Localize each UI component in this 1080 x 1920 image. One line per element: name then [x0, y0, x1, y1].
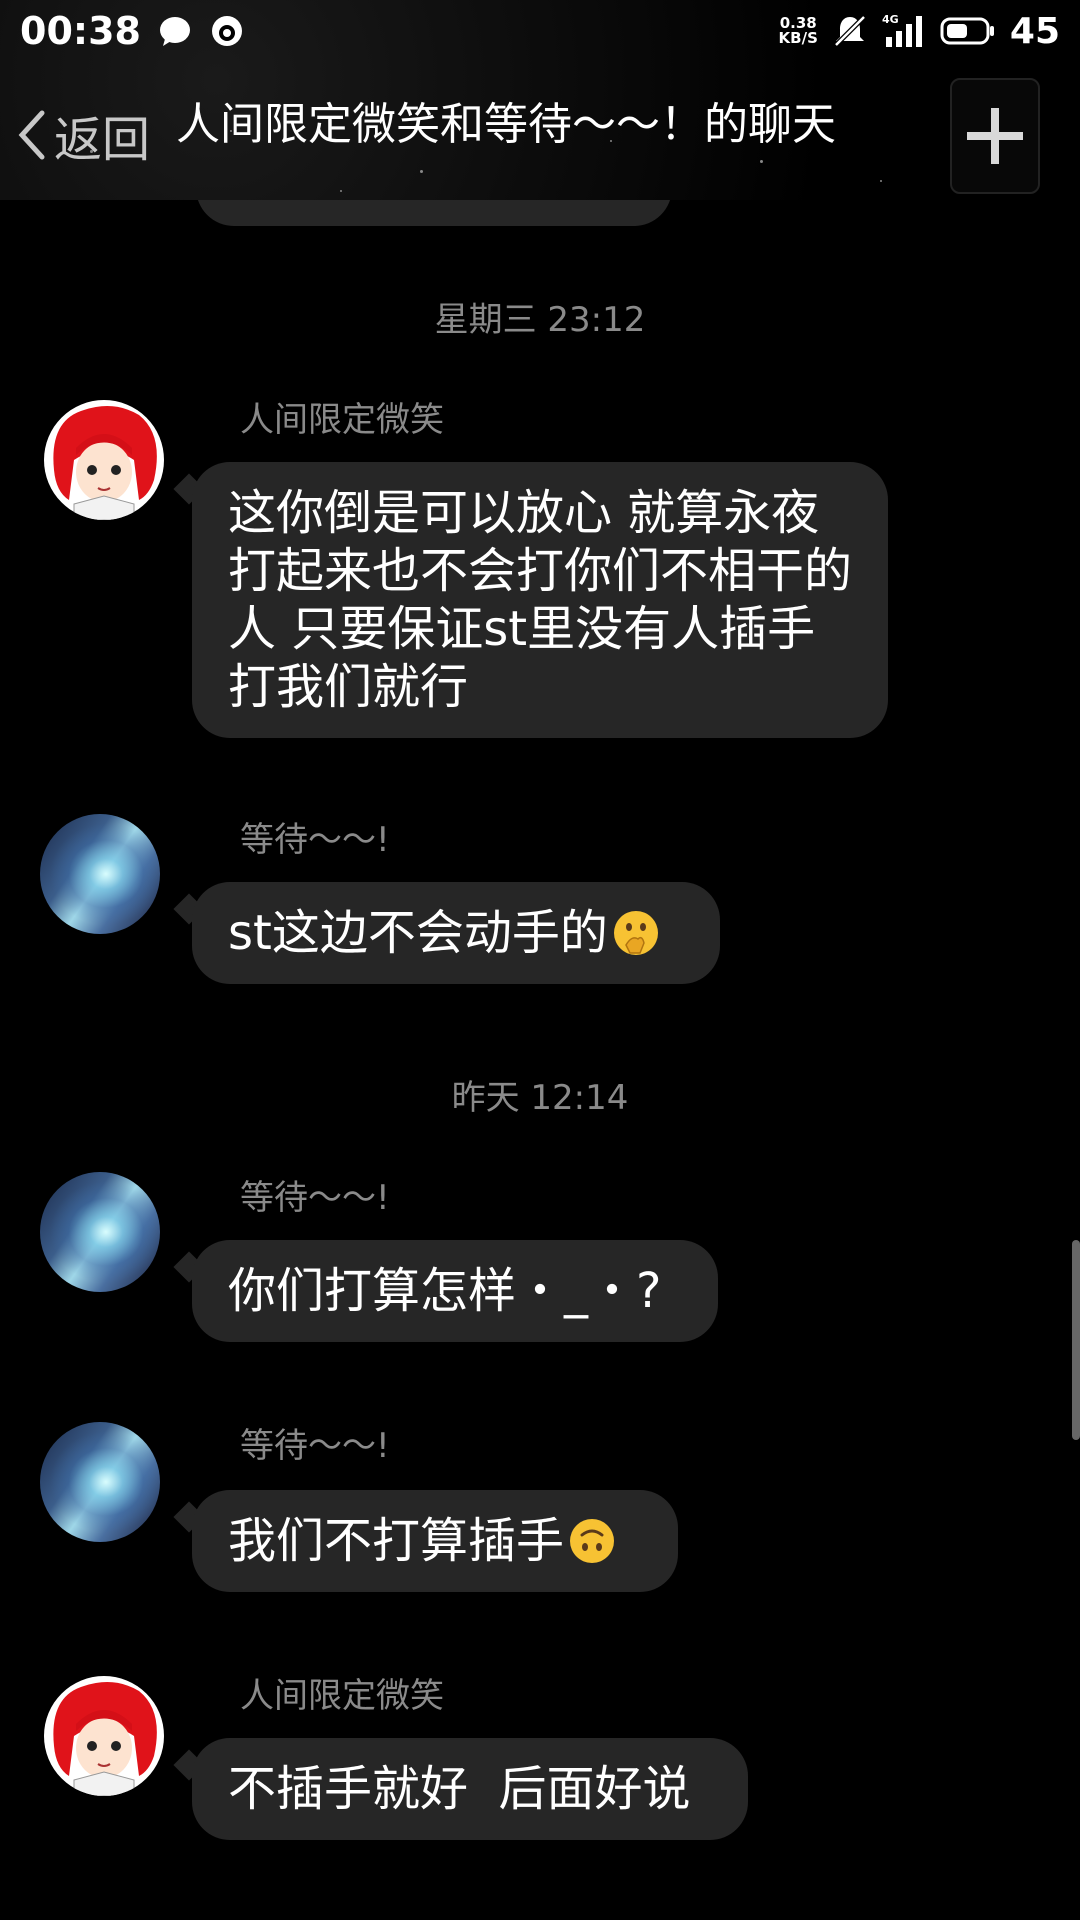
sender-name: 人间限定微笑	[240, 400, 444, 440]
page-title: 人间限定微笑和等待～～！的聊天	[176, 99, 836, 150]
network-type-label: 4G	[882, 13, 899, 26]
star	[420, 170, 423, 173]
sender-name: 人间限定微笑	[240, 1676, 444, 1716]
network-speed: 0.38 KB/S	[779, 16, 818, 46]
message-text: 你们打算怎样・_・?	[228, 1263, 662, 1319]
message-bubble[interactable]: st这边不会动手的	[192, 882, 720, 984]
sender-name: 等待～～!	[240, 1426, 390, 1466]
star	[340, 190, 342, 192]
chevron-left-icon	[18, 110, 45, 160]
avatar[interactable]	[40, 814, 160, 934]
back-label: 返回	[54, 112, 151, 168]
signal-icon: 4G	[882, 13, 922, 47]
avatar[interactable]	[44, 1676, 164, 1796]
star	[760, 160, 763, 163]
sender-name: 等待～～!	[240, 820, 390, 860]
message-bubble[interactable]: 不插手就好 后面好说	[192, 1738, 748, 1840]
avatar-red-hair-icon	[44, 1676, 164, 1796]
message-text: 不插手就好 后面好说	[228, 1761, 691, 1817]
sender-name: 等待～～!	[240, 1178, 390, 1218]
avatar-red-hair-icon	[44, 400, 164, 520]
message-text: 我们不打算插手	[228, 1513, 565, 1569]
battery-icon	[940, 17, 994, 45]
avatar[interactable]	[40, 1172, 160, 1292]
message-text: 这你倒是可以放心 就算永夜打起来也不会打你们不相干的人 只要保证st里没有人插手…	[228, 485, 853, 715]
avatar[interactable]	[44, 400, 164, 520]
app-notification-icon	[211, 16, 242, 46]
back-button[interactable]: 返回	[14, 100, 150, 170]
battery-level: 45	[1009, 10, 1060, 52]
plus-icon	[967, 108, 1023, 164]
upside-down-face-emoji	[570, 1519, 615, 1563]
scrollbar-thumb[interactable]	[1072, 1240, 1080, 1440]
timestamp: 星期三 23:12	[434, 300, 646, 340]
message-text: st这边不会动手的	[228, 905, 608, 961]
message-bubble[interactable]: 你们打算怎样・_・?	[192, 1240, 718, 1342]
status-bar: 00:38 0.38 KB/S 4G 45	[0, 0, 1080, 62]
message-bubble[interactable]: 我们不打算插手	[192, 1490, 678, 1592]
timestamp: 昨天 12:14	[451, 1078, 629, 1118]
star	[880, 180, 882, 182]
chat-screen: 00:38 0.38 KB/S 4G 45 返回 人间限定微笑和等待～～！的聊天…	[0, 0, 1080, 1920]
shushing-face-emoji	[613, 911, 658, 955]
chat-notification-icon	[159, 17, 190, 46]
status-right: 0.38 KB/S 4G 45	[779, 11, 1060, 52]
status-time: 00:38	[20, 9, 141, 53]
status-left: 00:38	[20, 9, 245, 53]
message-bubble[interactable]: 这你倒是可以放心 就算永夜打起来也不会打你们不相干的人 只要保证st里没有人插手…	[192, 462, 888, 738]
mute-bell-icon	[834, 15, 866, 47]
add-button[interactable]	[950, 78, 1040, 194]
network-speed-unit: KB/S	[778, 29, 818, 47]
avatar[interactable]	[40, 1422, 160, 1542]
